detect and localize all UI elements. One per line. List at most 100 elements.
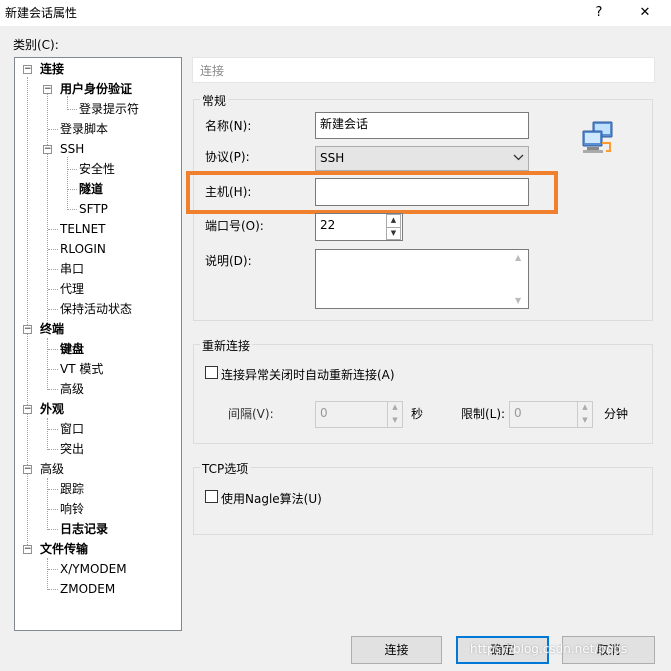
tree-collapse-icon[interactable]: − [23, 65, 32, 74]
description-label: 说明(D): [205, 254, 252, 268]
panel-header-box [192, 57, 655, 83]
tree-branch-line [48, 249, 58, 250]
tree-collapse-icon[interactable]: − [43, 85, 52, 94]
tree-line [47, 558, 48, 590]
tcp-group-label: TCP选项 [200, 460, 251, 477]
tree-branch-line [48, 589, 58, 590]
tree-item[interactable]: SFTP [79, 200, 108, 218]
tree-item[interactable]: 终端 [40, 320, 64, 338]
tree-branch-line [48, 569, 58, 570]
tree-item[interactable]: 连接 [40, 60, 64, 78]
port-label: 端口号(O): [205, 219, 264, 233]
tree-item[interactable]: RLOGIN [60, 240, 106, 258]
limit-stepper[interactable]: ▲ ▼ [577, 402, 592, 427]
panel-header: 连接 [200, 64, 225, 78]
port-down-arrow-icon[interactable]: ▼ [387, 227, 400, 239]
tree-item[interactable]: 窗口 [60, 420, 84, 438]
limit-unit: 分钟 [604, 407, 629, 421]
help-button[interactable]: ? [584, 2, 614, 24]
tree-item[interactable]: 安全性 [79, 160, 115, 178]
name-field[interactable]: 新建会话 [315, 112, 529, 139]
tree-branch-line [48, 429, 58, 430]
limit-value: 0 [514, 406, 522, 420]
tree-branch-line [48, 129, 58, 130]
tree-item[interactable]: 突出 [60, 440, 84, 458]
window-title: 新建会话属性 [5, 6, 78, 20]
tree-item[interactable]: 用户身份验证 [60, 80, 132, 98]
protocol-label: 协议(P): [205, 150, 250, 164]
tree-line [47, 478, 48, 530]
category-tree[interactable]: − 连接 − 用户身份验证 登录提示符 登录脚本 − SSH 安全性 隧道 SFTP TELNET RL… [14, 57, 182, 631]
reconnect-group [193, 344, 653, 444]
interval-label: 间隔(V): [228, 407, 274, 421]
auto-reconnect-label: 连接异常关闭时自动重新连接(A) [221, 368, 395, 382]
watermark: https://blog.csdn.net/pops [470, 642, 628, 656]
interval-down-arrow-icon[interactable]: ▼ [388, 415, 402, 428]
tree-branch-line [67, 209, 77, 210]
tree-item[interactable]: VT 模式 [60, 360, 103, 378]
tree-item[interactable]: ZMODEM [60, 580, 115, 598]
tree-collapse-icon[interactable]: − [23, 545, 32, 554]
tree-item[interactable]: 跟踪 [60, 480, 84, 498]
limit-label: 限制(L): [461, 407, 506, 421]
tree-collapse-icon[interactable]: − [23, 405, 32, 414]
tree-line [47, 338, 48, 390]
tree-branch-line [67, 109, 77, 110]
interval-up-arrow-icon[interactable]: ▲ [388, 402, 402, 415]
tree-line [27, 77, 28, 549]
tree-item[interactable]: 响铃 [60, 500, 84, 518]
close-button[interactable]: ✕ [630, 2, 660, 24]
scroll-up-icon[interactable]: ▲ [515, 253, 521, 262]
tree-branch-line [48, 369, 58, 370]
description-scrollbar[interactable]: ▲ ▼ [512, 250, 528, 308]
tree-item[interactable]: 键盘 [60, 340, 84, 358]
nagle-checkbox[interactable] [205, 490, 218, 503]
interval-stepper[interactable]: ▲ ▼ [387, 402, 402, 427]
port-up-arrow-icon[interactable]: ▲ [387, 215, 400, 227]
tree-branch-line [48, 349, 58, 350]
tree-collapse-icon[interactable]: − [23, 465, 32, 474]
tree-item[interactable]: 文件传输 [40, 540, 88, 558]
tree-line [47, 91, 48, 321]
tree-item[interactable]: TELNET [60, 220, 106, 238]
tree-branch-line [48, 449, 58, 450]
tree-branch-line [48, 309, 58, 310]
port-stepper[interactable]: ▲ ▼ [386, 214, 401, 240]
auto-reconnect-checkbox[interactable] [205, 366, 218, 379]
tree-collapse-icon[interactable]: − [23, 325, 32, 334]
tree-branch-line [67, 169, 77, 170]
tree-item[interactable]: 外观 [40, 400, 64, 418]
title-bar [0, 0, 671, 26]
tree-line [67, 96, 68, 110]
tree-item[interactable]: X/YMODEM [60, 560, 127, 578]
tree-item[interactable]: 高级 [40, 460, 64, 478]
tree-item[interactable]: 登录脚本 [60, 120, 108, 138]
protocol-select[interactable]: SSH [315, 146, 529, 171]
protocol-value: SSH [320, 151, 345, 165]
nagle-label: 使用Nagle算法(U) [221, 492, 322, 506]
interval-unit: 秒 [411, 407, 424, 421]
tree-item[interactable]: 代理 [60, 280, 84, 298]
tree-item[interactable]: 日志记录 [60, 520, 108, 538]
limit-down-arrow-icon[interactable]: ▼ [578, 415, 592, 428]
limit-up-arrow-icon[interactable]: ▲ [578, 402, 592, 415]
tree-item[interactable]: 高级 [60, 380, 84, 398]
port-value: 22 [320, 218, 336, 232]
tree-item[interactable]: 登录提示符 [79, 100, 139, 118]
tree-item[interactable]: 串口 [60, 260, 84, 278]
tree-branch-line [48, 529, 58, 530]
tree-item[interactable]: 隧道 [79, 180, 103, 198]
scroll-down-icon[interactable]: ▼ [515, 296, 521, 305]
tree-collapse-icon[interactable]: − [43, 145, 52, 154]
tree-branch-line [48, 389, 58, 390]
description-field[interactable] [315, 249, 529, 309]
tree-item[interactable]: SSH [60, 140, 84, 158]
tree-line [67, 157, 68, 210]
tree-line [47, 418, 48, 450]
tree-branch-line [48, 269, 58, 270]
network-computers-icon [580, 121, 616, 158]
connect-button[interactable]: 连接 [351, 636, 442, 664]
tree-branch-line [48, 229, 58, 230]
tree-branch-line [48, 489, 58, 490]
tree-item[interactable]: 保持活动状态 [60, 300, 132, 318]
